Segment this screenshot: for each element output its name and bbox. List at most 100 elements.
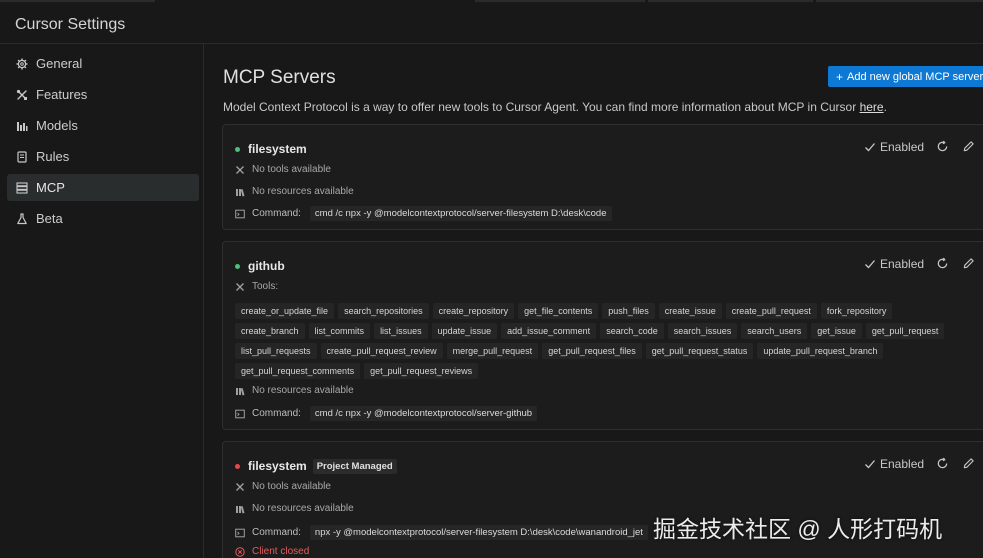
title-bar: Cursor Settings [0, 2, 983, 44]
sidebar-item-label: Models [36, 118, 78, 133]
tool-chip: fork_repository [820, 303, 893, 319]
tool-chip: create_or_update_file [235, 303, 335, 319]
tools-row: No tools available [235, 481, 331, 492]
window-title: Cursor Settings [15, 16, 126, 33]
error-row: Client closed [235, 546, 309, 557]
command-row: Command: npx -y @modelcontextprotocol/se… [235, 525, 648, 540]
sidebar-item-label: Beta [36, 211, 63, 226]
page-description: Model Context Protocol is a way to offer… [223, 100, 887, 114]
description-text: Model Context Protocol is a way to offer… [223, 100, 860, 114]
tool-chip: merge_pull_request [446, 343, 539, 359]
tools-row: No tools available [235, 164, 331, 175]
mcp-server-card: filesystem Enabled No tools available No… [222, 124, 983, 230]
tool-chip: search_issues [667, 323, 738, 339]
refresh-icon[interactable] [936, 257, 950, 271]
server-name: github [248, 259, 285, 273]
error-circle-icon [235, 546, 245, 557]
watermark: 掘金技术社区 @ 人形打码机 [653, 516, 943, 542]
enabled-toggle[interactable]: Enabled [864, 257, 924, 271]
books-icon [235, 187, 245, 197]
command-row: Command: cmd /c npx -y @modelcontextprot… [235, 406, 538, 421]
resources-row: No resources available [235, 385, 354, 396]
gear-icon [16, 58, 28, 70]
plus-icon: + [836, 69, 844, 84]
refresh-icon[interactable] [936, 457, 950, 471]
command-row: Command: cmd /c npx -y @modelcontextprot… [235, 206, 612, 221]
checkmark-icon [865, 460, 875, 469]
sidebar-item-label: Rules [36, 149, 70, 164]
resources-status: No resources available [252, 385, 354, 396]
edit-pencil-icon[interactable] [962, 140, 976, 154]
tool-chip: add_issue_comment [501, 323, 597, 339]
tool-chip: get_pull_request_reviews [364, 363, 479, 379]
tool-chip: get_pull_request_comments [235, 363, 361, 379]
server-header: filesystem Project Managed [235, 458, 397, 474]
book-icon [16, 150, 28, 163]
refresh-icon[interactable] [936, 140, 950, 154]
add-global-mcp-server-button[interactable]: + Add new global MCP server [828, 66, 983, 87]
description-link[interactable]: here [860, 100, 884, 114]
add-button-label: Add new global MCP server [847, 70, 983, 83]
sidebar-item-label: MCP [36, 180, 65, 195]
resources-status: No resources available [252, 503, 354, 514]
edit-pencil-icon[interactable] [962, 457, 976, 471]
tool-chip: get_file_contents [518, 303, 599, 319]
server-actions: Enabled [864, 454, 976, 474]
tools-status: No tools available [252, 164, 331, 175]
enabled-toggle[interactable]: Enabled [864, 140, 924, 154]
tool-chip: list_commits [308, 323, 371, 339]
status-dot [235, 146, 240, 152]
tool-chip: create_pull_request [725, 303, 817, 319]
tools-icon [235, 482, 245, 492]
sidebar-item-general[interactable]: General [7, 50, 199, 77]
server-header: github [235, 258, 285, 274]
main-panel: MCP Servers + Add new global MCP server … [205, 44, 983, 558]
books-icon [235, 386, 245, 396]
tool-chip: search_repositories [338, 303, 429, 319]
sidebar-item-label: Features [36, 87, 88, 102]
enabled-toggle[interactable]: Enabled [864, 457, 924, 471]
enabled-label: Enabled [880, 140, 925, 154]
tools-row: Tools: [235, 281, 278, 292]
sidebar-item-label: General [36, 56, 83, 71]
tools-label: Tools: [252, 281, 279, 292]
sidebar-item-features[interactable]: Features [7, 81, 199, 108]
server-icon [16, 181, 28, 194]
server-actions: Enabled [864, 137, 976, 157]
tools-icon [235, 165, 245, 175]
command-label: Command: [252, 408, 301, 419]
resources-row: No resources available [235, 186, 354, 197]
tool-chip: update_pull_request_branch [757, 343, 884, 359]
command-label: Command: [252, 527, 301, 538]
tool-chip: search_users [741, 323, 808, 339]
command-value: cmd /c npx -y @modelcontextprotocol/serv… [309, 406, 538, 421]
command-value: cmd /c npx -y @modelcontextprotocol/serv… [309, 206, 612, 221]
sidebar-item-models[interactable]: Models [7, 112, 199, 139]
tool-chip: get_pull_request_status [645, 343, 754, 359]
sidebar-item-beta[interactable]: Beta [7, 205, 199, 232]
tools-icon [16, 89, 28, 101]
edit-pencil-icon[interactable] [962, 257, 976, 271]
tool-chip: create_branch [235, 323, 305, 339]
tool-chip: create_pull_request_review [320, 343, 443, 359]
bars-icon [16, 120, 28, 132]
terminal-icon [235, 409, 245, 419]
tools-status: No tools available [252, 481, 331, 492]
tool-chip: search_code [600, 323, 664, 339]
checkmark-icon [865, 260, 875, 269]
resources-status: No resources available [252, 186, 354, 197]
tools-icon [235, 282, 245, 292]
tools-list: create_or_update_file search_repositories… [235, 303, 955, 383]
tool-chip: get_pull_request [865, 323, 945, 339]
description-end: . [883, 100, 887, 114]
flask-icon [16, 212, 28, 225]
sidebar-item-rules[interactable]: Rules [7, 143, 199, 170]
tool-chip: list_issues [374, 323, 428, 339]
terminal-icon [235, 209, 245, 219]
mcp-server-card: github Enabled Tools: create_or_update_f… [222, 241, 983, 430]
command-value: npx -y @modelcontextprotocol/server-file… [309, 525, 648, 540]
tool-chip: push_files [602, 303, 655, 319]
sidebar-item-mcp[interactable]: MCP [7, 174, 199, 201]
tool-chip: create_issue [658, 303, 722, 319]
page-title: MCP Servers [223, 67, 336, 88]
